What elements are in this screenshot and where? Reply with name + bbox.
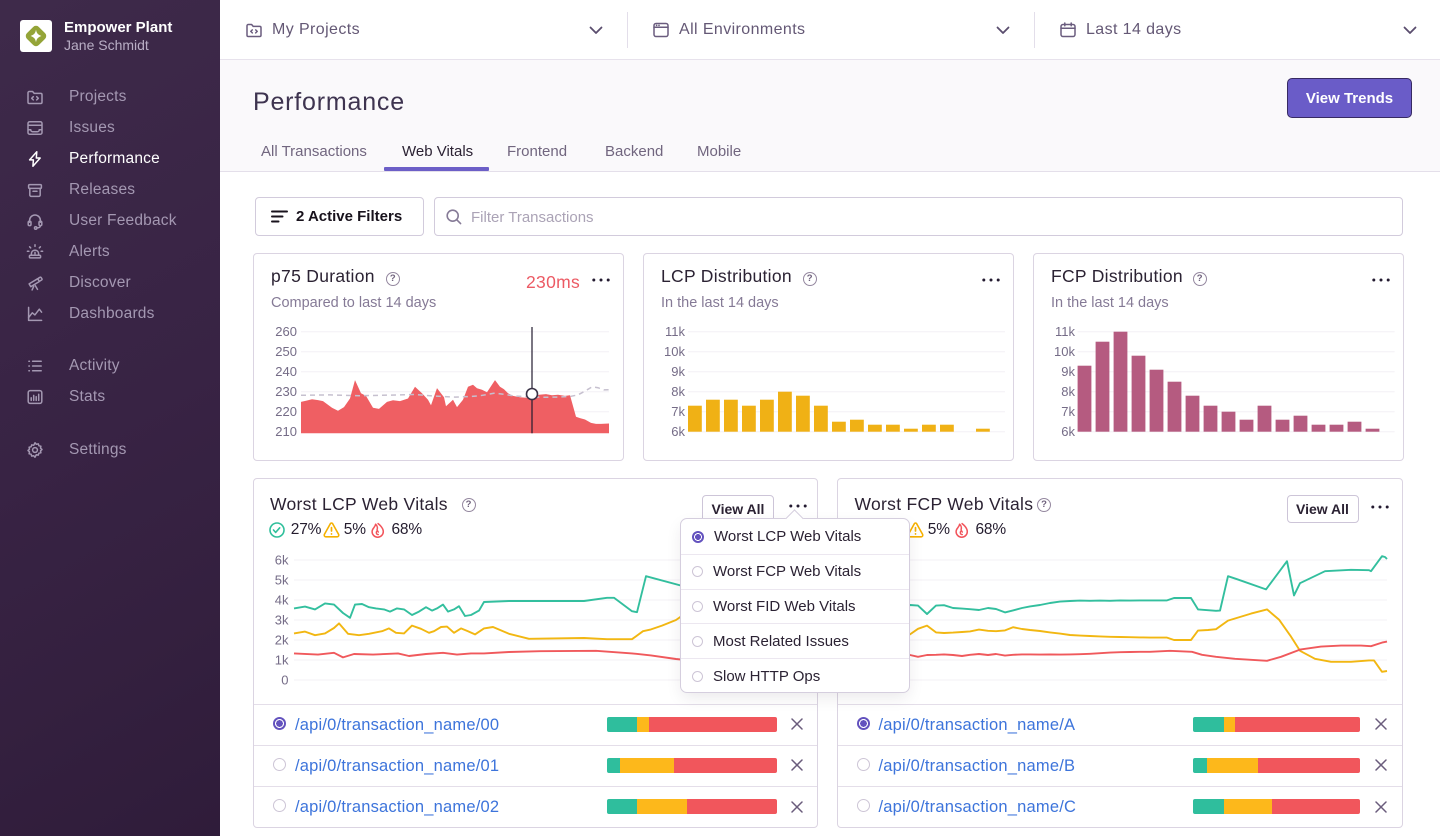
svg-text:9k: 9k <box>1061 364 1075 379</box>
svg-text:5k: 5k <box>275 573 289 588</box>
svg-text:250: 250 <box>275 344 297 359</box>
svg-text:3k: 3k <box>275 613 289 628</box>
svg-text:9k: 9k <box>671 364 685 379</box>
svg-text:2k: 2k <box>275 633 289 648</box>
svg-text:220: 220 <box>275 404 297 419</box>
svg-text:7k: 7k <box>1061 404 1075 419</box>
svg-text:240: 240 <box>275 364 297 379</box>
svg-text:11k: 11k <box>1055 324 1075 339</box>
svg-text:7k: 7k <box>671 404 685 419</box>
svg-text:0: 0 <box>281 673 288 688</box>
svg-text:1k: 1k <box>275 653 289 668</box>
svg-text:6k: 6k <box>671 424 685 439</box>
svg-text:11k: 11k <box>665 324 685 339</box>
svg-text:8k: 8k <box>1061 384 1075 399</box>
svg-text:10k: 10k <box>1054 344 1075 359</box>
svg-text:8k: 8k <box>671 384 685 399</box>
svg-text:210: 210 <box>275 424 297 439</box>
svg-text:230: 230 <box>275 384 297 399</box>
svg-text:6k: 6k <box>1061 424 1075 439</box>
svg-text:260: 260 <box>275 324 297 339</box>
svg-text:6k: 6k <box>275 553 289 568</box>
svg-text:4k: 4k <box>275 593 289 608</box>
svg-text:10k: 10k <box>664 344 685 359</box>
